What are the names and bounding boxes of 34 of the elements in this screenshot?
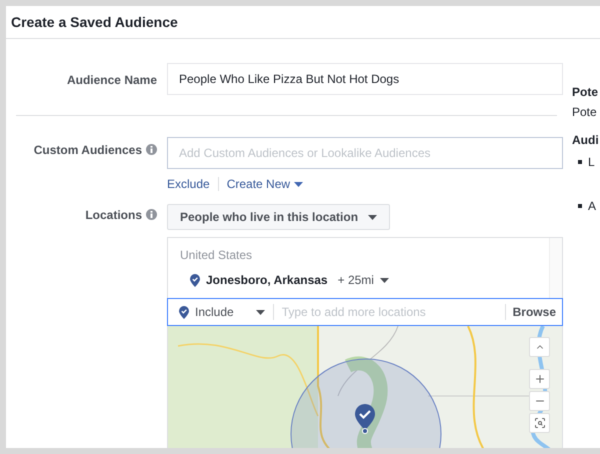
include-dropdown[interactable]: Include [179,305,265,319]
location-pin-icon [190,274,200,286]
location-type-dropdown[interactable]: People who live in this location [167,204,390,230]
field-label: Locations [85,208,142,222]
bullet-icon [578,204,582,208]
zoom-in-button[interactable] [529,369,550,389]
bullet-text: A [588,199,596,213]
info-icon [146,144,157,155]
caret-icon [256,310,265,314]
location-search-field[interactable]: Include Type to add more locations Browse [167,298,563,326]
location-pin-icon [179,306,189,318]
field-label: Custom Audiences [34,143,142,157]
audience-name-field[interactable]: People Who Like Pizza But Not Hot Dogs [167,63,563,95]
map-pin-icon [354,404,376,434]
side-heading: Pote [572,85,599,99]
recenter-button[interactable] [529,413,550,433]
radius-dropdown[interactable]: + 25mi [338,273,389,287]
country-label: United States [180,248,254,262]
info-icon [146,209,157,220]
plus-icon [534,373,546,385]
side-subheading: Audi [572,133,599,147]
bullet-icon [578,160,582,164]
caret-icon [294,182,304,186]
browse-button[interactable]: Browse [504,304,556,320]
location-name: Jonesboro, Arkansas [206,273,328,287]
caret-icon [380,278,389,282]
exclude-link[interactable]: Exclude [167,177,210,191]
focus-icon [534,417,546,429]
dialog-title: Create a Saved Audience [11,14,178,30]
side-text: Pote [572,105,598,119]
bullet-text: L [588,155,595,169]
field-label: Audience Name [66,73,157,87]
caret-icon [368,214,378,220]
create-new-link[interactable]: Create New [226,177,304,191]
